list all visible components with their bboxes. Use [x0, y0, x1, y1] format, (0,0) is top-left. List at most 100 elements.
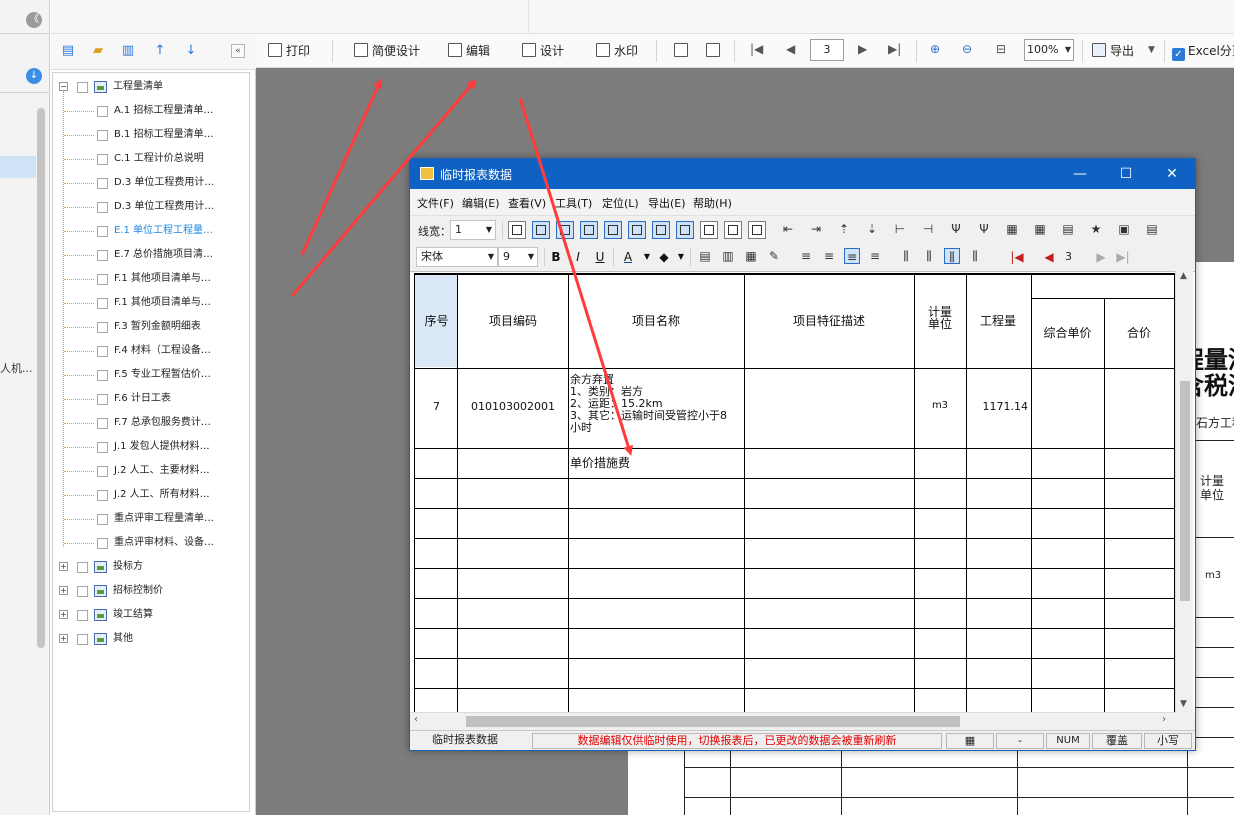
insert-row-icon[interactable]: ⇤	[780, 221, 796, 237]
fit-width-icon[interactable]: ⊟	[996, 42, 1006, 56]
scroll-thumb[interactable]	[1180, 381, 1190, 601]
checkbox[interactable]	[77, 609, 88, 621]
tree-item[interactable]: F.7 总承包服务费计…	[97, 413, 211, 433]
watermark-button[interactable]: 水印	[596, 42, 638, 60]
vertical-scrollbar[interactable]: ▲ ▼	[1175, 271, 1193, 713]
table-icon[interactable]: ▤	[1060, 221, 1076, 237]
close-icon[interactable]: ✕	[1149, 159, 1195, 189]
checkbox[interactable]	[97, 513, 108, 525]
tree-item[interactable]: 重点评审工程量清单…	[97, 509, 214, 529]
left-scrollbar[interactable]	[37, 108, 45, 648]
move-down-icon[interactable]: ⇣	[864, 221, 880, 237]
add-folder-icon[interactable]: ▰	[89, 42, 107, 60]
fill-color-icon[interactable]: ◆	[655, 248, 673, 266]
design-button[interactable]: 设计	[522, 42, 564, 60]
next-page-icon[interactable]: ▶	[1092, 248, 1110, 266]
add-report-icon[interactable]: ▤	[59, 42, 77, 60]
split-icon[interactable]: Ψ	[948, 221, 964, 237]
checkbox[interactable]	[97, 465, 108, 477]
font-color-icon[interactable]: A	[619, 248, 637, 266]
move-up-icon[interactable]: ↑	[151, 42, 169, 60]
underline-icon[interactable]: U	[591, 248, 609, 266]
border-style-icon[interactable]	[676, 221, 694, 239]
tree-item[interactable]: F.1 其他项目清单与…	[97, 293, 211, 313]
tree-item[interactable]: F.1 其他项目清单与…	[97, 269, 211, 289]
tree-item[interactable]: B.1 招标工程量清单…	[97, 125, 214, 145]
border-style-icon[interactable]	[508, 221, 526, 239]
chevron-down-icon[interactable]: ▼	[638, 248, 656, 266]
checkbox[interactable]	[97, 489, 108, 501]
menu-item[interactable]: 文件(F)	[417, 195, 454, 211]
print-button[interactable]: 打印	[268, 42, 310, 60]
checkbox[interactable]	[97, 441, 108, 453]
collapse-icon[interactable]: 《	[26, 12, 42, 28]
border-style-icon[interactable]	[652, 221, 670, 239]
cell-format-icon[interactable]: ▤	[697, 248, 713, 264]
bold-icon[interactable]: B	[547, 248, 565, 266]
checkbox[interactable]	[97, 345, 108, 357]
scroll-up-icon[interactable]: ▲	[1180, 271, 1187, 281]
zoom-in-icon[interactable]: ⊕	[930, 42, 940, 56]
next-page-icon[interactable]: ▶	[858, 42, 867, 56]
grid-icon[interactable]: ▦	[1004, 221, 1020, 237]
move-up-icon[interactable]: ⇡	[836, 221, 852, 237]
line-width-select[interactable]: 1 ▼	[450, 220, 496, 240]
tree-item[interactable]: E.7 总价措施项目清…	[97, 245, 213, 265]
export-button[interactable]: 导出	[1092, 42, 1134, 60]
delete-icon[interactable]: ▥	[119, 42, 137, 60]
vertical-align-icon[interactable]: ⫼	[898, 248, 914, 264]
cell-format-icon[interactable]: ▦	[743, 248, 759, 264]
copy-icon[interactable]: ▤	[1144, 221, 1160, 237]
tree-item[interactable]: D.3 单位工程费用计…	[97, 173, 214, 193]
tree-item[interactable]: J.2 人工、所有材料…	[97, 485, 210, 505]
dialog-titlebar[interactable]: 临时报表数据 — ☐ ✕	[410, 159, 1195, 189]
align-center-icon[interactable]: ≡	[821, 248, 837, 264]
checkbox[interactable]	[97, 153, 108, 165]
checkbox[interactable]	[97, 321, 108, 333]
checkbox[interactable]	[77, 633, 88, 645]
italic-icon[interactable]: I	[569, 248, 587, 266]
tree-folder[interactable]: 工程量清单	[77, 77, 163, 97]
tree-folder[interactable]: 投标方	[77, 557, 143, 577]
vertical-align-icon[interactable]: ⫼	[921, 248, 937, 264]
checkbox[interactable]	[77, 585, 88, 597]
cell-qty[interactable]: 1171.14	[966, 400, 1030, 413]
border-style-icon[interactable]	[700, 221, 718, 239]
minimize-icon[interactable]: —	[1057, 159, 1103, 189]
border-style-icon[interactable]	[556, 221, 574, 239]
move-down-icon[interactable]: ↓	[182, 42, 200, 60]
expand-icon[interactable]: +	[59, 562, 68, 571]
simple-design-button[interactable]: 简便设计	[354, 42, 420, 60]
menu-item[interactable]: 帮助(H)	[693, 195, 732, 211]
checkbox[interactable]	[77, 561, 88, 573]
checkbox[interactable]	[97, 225, 108, 237]
checkbox[interactable]	[97, 273, 108, 285]
cell-name[interactable]: 余方弃置 1、类别：岩方 2、运距：15.2km 3、其它：运输时间受管控小于8…	[570, 374, 750, 434]
tree-item[interactable]: F.6 计日工表	[97, 389, 171, 409]
page-number-field[interactable]: 3	[1065, 250, 1072, 263]
scroll-down-icon[interactable]: ▼	[1180, 699, 1187, 709]
single-page-view-button[interactable]	[674, 42, 692, 60]
menu-item[interactable]: 编辑(E)	[462, 195, 500, 211]
border-style-icon[interactable]	[748, 221, 766, 239]
border-style-icon[interactable]	[628, 221, 646, 239]
checkbox[interactable]	[97, 201, 108, 213]
prev-page-icon[interactable]: ◀	[786, 42, 795, 56]
collapse-panel-icon[interactable]: «	[231, 44, 245, 58]
checkbox[interactable]	[97, 393, 108, 405]
border-style-icon[interactable]	[532, 221, 550, 239]
tree-item[interactable]: D.3 单位工程费用计…	[97, 197, 214, 217]
first-page-icon[interactable]: |◀	[750, 42, 763, 56]
cell-measure-fee[interactable]: 单价措施费	[570, 454, 690, 471]
tree-item[interactable]: J.1 发包人提供材料…	[97, 437, 210, 457]
menu-item[interactable]: 查看(V)	[508, 195, 546, 211]
merge-icon[interactable]: Ψ	[976, 221, 992, 237]
cell-code[interactable]: 010103002001	[458, 400, 568, 413]
collapse-icon[interactable]: −	[59, 82, 68, 91]
checkbox[interactable]	[97, 177, 108, 189]
insert-col-icon[interactable]: ⇥	[808, 221, 824, 237]
cell-unit[interactable]: m3	[914, 400, 966, 411]
menu-item[interactable]: 工具(T)	[555, 195, 592, 211]
grid-icon[interactable]: ▦	[1032, 221, 1048, 237]
checkbox[interactable]	[97, 249, 108, 261]
